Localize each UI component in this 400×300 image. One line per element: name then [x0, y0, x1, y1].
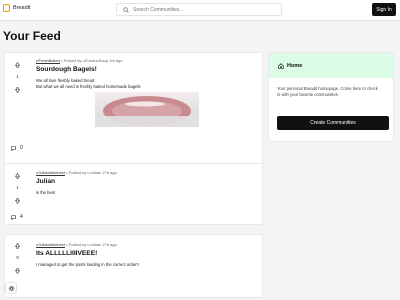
- upvote-icon: [15, 61, 20, 68]
- create-community-button[interactable]: Create Communities: [277, 116, 389, 130]
- comment-count: 0: [20, 145, 23, 151]
- comments-link[interactable]: 0: [11, 145, 23, 151]
- downvote-button[interactable]: [13, 266, 22, 275]
- gear-icon: [8, 285, 14, 291]
- post-content: r/FreshBaked • Posted by u/CentuuSoup 2m…: [36, 58, 256, 132]
- post-card[interactable]: 1 r/FreshBaked • Posted by u/CentuuSoup …: [4, 52, 263, 169]
- sign-in-button[interactable]: Sign In: [372, 3, 396, 16]
- upvote-icon: [15, 172, 20, 179]
- post-meta: r/Julianisthebest • Posted by u/Julian 2…: [36, 170, 256, 175]
- post-title[interactable]: Sourdough Bagels!: [36, 66, 256, 73]
- vote-count: 1: [16, 74, 19, 79]
- downvote-button[interactable]: [13, 196, 22, 205]
- post-body-line: I managed to get the posts loading in th…: [36, 262, 139, 267]
- page-title: Your Feed: [3, 29, 61, 43]
- comments-link[interactable]: 4: [11, 214, 23, 220]
- logo-text: Breadit: [13, 5, 31, 11]
- sidebar-title: Home: [287, 62, 303, 69]
- upvote-button[interactable]: [13, 241, 22, 250]
- comment-icon: [11, 145, 16, 151]
- post-byline: • Posted by u/Julian 27d ago: [64, 170, 117, 175]
- post-body-line: But what we all need is freshly baked ho…: [36, 84, 141, 89]
- sidebar-header: Home: [269, 53, 393, 78]
- downvote-button[interactable]: [13, 85, 22, 94]
- post-byline: • Posted by u/CentuuSoup 2m ago: [60, 58, 123, 63]
- vote-count: 1: [16, 185, 19, 190]
- upvote-button[interactable]: [13, 60, 22, 69]
- post-title[interactable]: Julian: [36, 178, 256, 185]
- post-body-line: is the best: [36, 190, 56, 195]
- logo-icon: [3, 4, 10, 12]
- upvote-button[interactable]: [13, 171, 22, 180]
- home-icon: [278, 62, 284, 69]
- post-body: We all love freshly baked bread But what…: [36, 78, 256, 90]
- post-card[interactable]: 0 r/Julianisthebest • Posted by u/Julian…: [4, 234, 263, 298]
- post-body: is the best: [36, 190, 256, 196]
- post-title[interactable]: Its ALLLLLIIIIVEEE!: [36, 250, 256, 257]
- post-byline: • Posted by u/Julian 27d ago: [64, 242, 117, 247]
- vote-count: 0: [16, 255, 19, 260]
- search-input[interactable]: [133, 6, 273, 13]
- post-card[interactable]: 1 r/Julianisthebest • Posted by u/Julian…: [4, 163, 263, 225]
- comment-count: 4: [20, 214, 23, 220]
- search-icon: [123, 6, 129, 13]
- subreddit-link[interactable]: r/FreshBaked: [36, 58, 60, 63]
- comment-icon: [11, 214, 16, 220]
- post-body: I managed to get the posts loading in th…: [36, 262, 256, 268]
- vote-column: 0: [13, 241, 22, 275]
- downvote-icon: [15, 86, 20, 93]
- subreddit-link[interactable]: r/Julianisthebest: [36, 170, 65, 175]
- search-bar[interactable]: [116, 3, 282, 16]
- post-content: r/Julianisthebest • Posted by u/Julian 2…: [36, 242, 256, 268]
- top-navbar: Breadit Sign In: [0, 0, 400, 21]
- sidebar-description: Your personal Breadit homepage. Come her…: [277, 86, 378, 97]
- vote-column: 1: [13, 171, 22, 205]
- logo-link[interactable]: Breadit: [3, 4, 30, 12]
- post-image: [95, 92, 199, 127]
- settings-button[interactable]: [5, 282, 17, 294]
- downvote-icon: [15, 267, 20, 274]
- post-meta: r/Julianisthebest • Posted by u/Julian 2…: [36, 242, 256, 247]
- vote-column: 1: [13, 60, 22, 94]
- post-meta: r/FreshBaked • Posted by u/CentuuSoup 2m…: [36, 58, 256, 63]
- downvote-icon: [15, 197, 20, 204]
- upvote-icon: [15, 242, 20, 249]
- post-content: r/Julianisthebest • Posted by u/Julian 2…: [36, 170, 256, 196]
- home-sidebar-card: Home Your personal Breadit homepage. Com…: [268, 52, 394, 142]
- subreddit-link[interactable]: r/Julianisthebest: [36, 242, 65, 247]
